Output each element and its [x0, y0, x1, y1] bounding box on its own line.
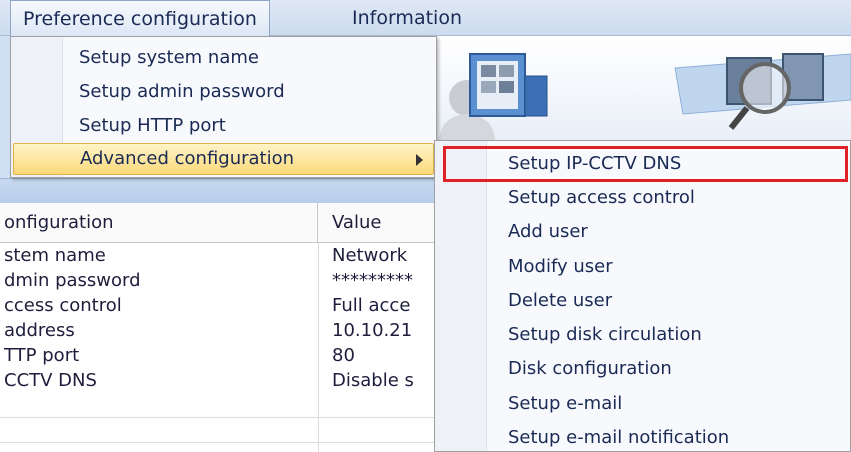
table-header: onfiguration Value [0, 203, 440, 243]
preference-configuration-menu: Setup system name Setup admin password S… [10, 36, 437, 178]
column-header-value[interactable]: Value [318, 203, 440, 243]
menu-item-setup-admin-password[interactable]: Setup admin password [79, 81, 285, 102]
menu-item-label: Advanced configuration [80, 148, 295, 169]
menu-preference-configuration[interactable]: Preference configuration [10, 0, 270, 36]
table-row[interactable]: ccess control Full acce [0, 293, 440, 318]
config-name-cell: stem name [4, 245, 106, 266]
menu-item-setup-http-port[interactable]: Setup HTTP port [79, 115, 226, 136]
config-value-cell: 80 [332, 345, 355, 366]
config-name-cell: address [4, 320, 75, 341]
submenu-item-modify-user[interactable]: Modify user [508, 256, 613, 277]
config-table: onfiguration Value stem name Network dmi… [0, 203, 440, 452]
config-name-cell: ccess control [4, 295, 122, 316]
submenu-item-setup-disk-circulation[interactable]: Setup disk circulation [508, 324, 702, 345]
menu-item-advanced-configuration[interactable]: Advanced configuration [13, 143, 434, 175]
cctv-banner-graphic [439, 53, 851, 140]
banner-illustration [435, 36, 851, 140]
table-row[interactable]: TTP port 80 [0, 343, 440, 368]
submenu-item-setup-access-control[interactable]: Setup access control [508, 187, 695, 208]
config-value-cell: Disable s [332, 370, 414, 391]
table-row[interactable]: CCTV DNS Disable s [0, 368, 440, 393]
config-name-cell: CCTV DNS [4, 370, 97, 391]
submenu-item-setup-e-mail-notification[interactable]: Setup e-mail notification [508, 427, 729, 448]
panel-header-bar [0, 178, 440, 203]
table-row[interactable]: stem name Network [0, 243, 440, 268]
config-value-cell: Network [332, 245, 408, 266]
menu-information[interactable]: Information [340, 0, 474, 36]
config-name-cell: TTP port [4, 345, 80, 366]
menu-item-setup-system-name[interactable]: Setup system name [79, 47, 259, 68]
menu-gutter [435, 141, 487, 451]
menu-bar: Preference configuration Information [0, 0, 851, 36]
column-header-configuration[interactable]: onfiguration [0, 203, 318, 243]
submenu-item-setup-ip-cctv-dns[interactable]: Setup IP-CCTV DNS [508, 153, 681, 174]
left-strip [0, 36, 10, 178]
submenu-arrow-icon [416, 154, 423, 166]
table-row[interactable]: address 10.10.21 [0, 318, 440, 343]
advanced-configuration-submenu: Setup IP-CCTV DNS Setup access control A… [434, 140, 851, 452]
submenu-item-add-user[interactable]: Add user [508, 221, 588, 242]
submenu-item-delete-user[interactable]: Delete user [508, 290, 612, 311]
config-value-cell: ********* [332, 270, 413, 291]
config-value-cell: Full acce [332, 295, 411, 316]
table-row[interactable]: dmin password ********* [0, 268, 440, 293]
table-row-empty [0, 418, 440, 443]
config-name-cell: dmin password [4, 270, 141, 291]
submenu-item-setup-e-mail[interactable]: Setup e-mail [508, 393, 622, 414]
table-row-empty [0, 393, 440, 418]
config-value-cell: 10.10.21 [332, 320, 413, 341]
submenu-item-disk-configuration[interactable]: Disk configuration [508, 358, 672, 379]
